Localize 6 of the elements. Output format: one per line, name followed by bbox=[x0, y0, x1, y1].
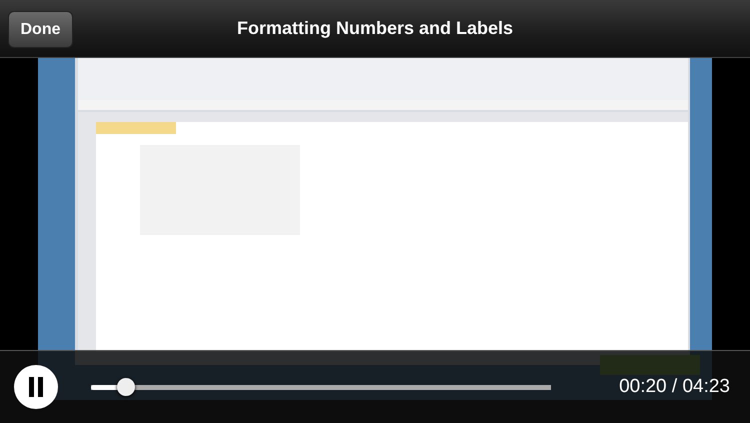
video-title: Formatting Numbers and Labels bbox=[236, 18, 514, 39]
slider-thumb[interactable] bbox=[116, 378, 135, 396]
pause-icon bbox=[28, 377, 44, 397]
pause-button[interactable] bbox=[14, 365, 58, 409]
time-display: 00:20 / 04:23 bbox=[619, 376, 730, 398]
done-button[interactable]: Done bbox=[8, 11, 73, 48]
